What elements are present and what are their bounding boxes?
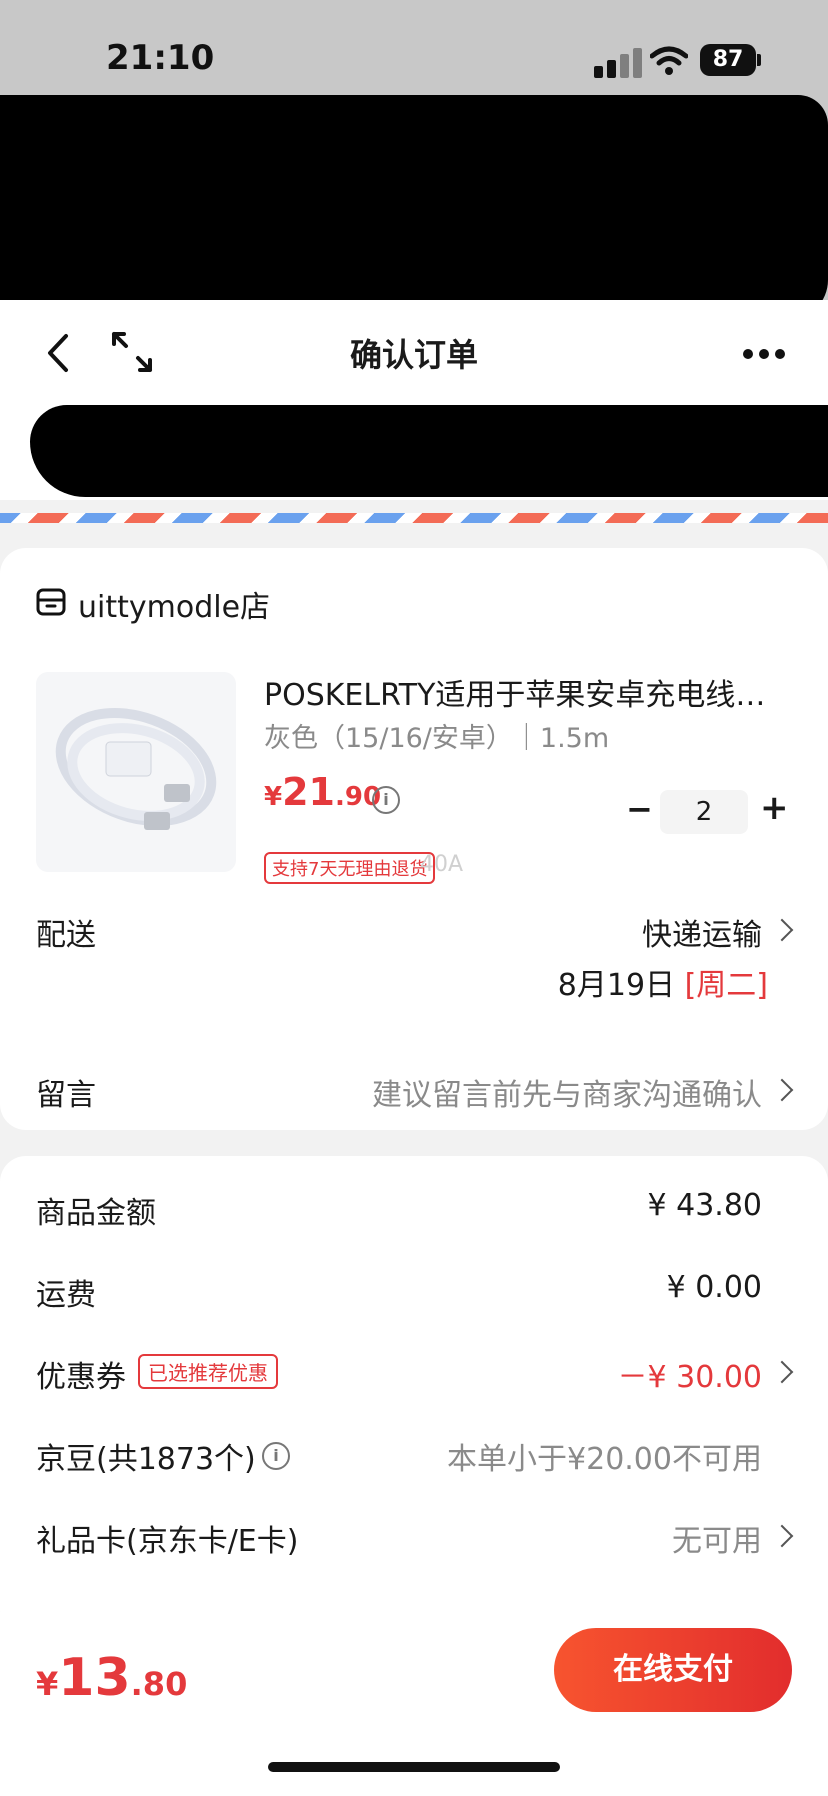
quantity-decrease-button[interactable]: −	[626, 790, 653, 828]
delivery-label: 配送	[36, 918, 96, 953]
price-integer: 21	[282, 770, 335, 814]
total-integer: 13	[58, 1648, 131, 1708]
message-input[interactable]: 建议留言前先与商家沟通确认	[372, 1070, 762, 1114]
jd-beans-label: 京豆(共1873个)	[36, 1442, 256, 1477]
redacted-address	[30, 405, 828, 497]
pay-online-button[interactable]: 在线支付	[554, 1628, 792, 1712]
page-title: 确认订单	[349, 336, 478, 374]
shipping-label: 运费	[36, 1278, 96, 1313]
store-name[interactable]: uittymodle店	[78, 582, 270, 626]
product-image[interactable]	[36, 672, 236, 872]
cable-illustration	[55, 707, 217, 830]
coupon-badge: 已选推荐优惠	[138, 1354, 278, 1389]
delivery-date-text: 8月19日	[557, 968, 676, 1003]
wifi-icon	[650, 46, 688, 75]
coupon-value[interactable]: －¥ 30.00	[617, 1352, 762, 1396]
goods-amount-label: 商品金额	[36, 1196, 156, 1231]
message-label: 留言	[36, 1078, 96, 1113]
gift-card-label: 礼品卡(京东卡/E卡)	[36, 1524, 299, 1559]
signal-icon	[594, 48, 646, 78]
product-spec: 灰色（15/16/安卓）｜1.5m	[264, 723, 610, 754]
gift-card-value[interactable]: 无可用	[672, 1516, 762, 1560]
return-policy-badge: 支持7天无理由退货	[264, 852, 436, 884]
info-icon[interactable]: i	[372, 786, 400, 814]
status-time: 21:10	[106, 38, 215, 78]
info-icon[interactable]: i	[262, 1442, 290, 1470]
delivery-date[interactable]: 8月19日 [周二]	[558, 960, 768, 1004]
redacted-region	[0, 95, 828, 320]
more-icon[interactable]	[742, 348, 786, 360]
watermark-text: 40A	[420, 852, 464, 877]
shipping-value: ¥ 0.00	[666, 1270, 762, 1305]
quantity-increase-button[interactable]: +	[760, 788, 789, 828]
store-icon	[36, 588, 66, 616]
delivery-method[interactable]: 快递运输	[642, 910, 762, 954]
product-price: ¥21.90	[264, 770, 381, 814]
goods-amount-value: ¥ 43.80	[647, 1188, 762, 1223]
battery-icon: 87	[700, 44, 756, 76]
address-divider-stripe	[0, 513, 828, 523]
delivery-weekday: [周二]	[684, 968, 768, 1003]
home-indicator	[268, 1762, 560, 1772]
jd-beans-value: 本单小于¥20.00不可用	[447, 1442, 762, 1477]
coupon-label: 优惠券	[36, 1360, 126, 1395]
battery-tip	[757, 54, 761, 66]
quantity-value[interactable]: 2	[660, 790, 748, 834]
price-currency: ¥	[264, 782, 283, 812]
total-price: ¥13.80	[36, 1648, 187, 1708]
product-title[interactable]: POSKELRTY适用于苹果安卓充电线…	[264, 670, 794, 714]
total-currency: ¥	[36, 1665, 59, 1703]
total-decimal: .80	[130, 1665, 188, 1703]
